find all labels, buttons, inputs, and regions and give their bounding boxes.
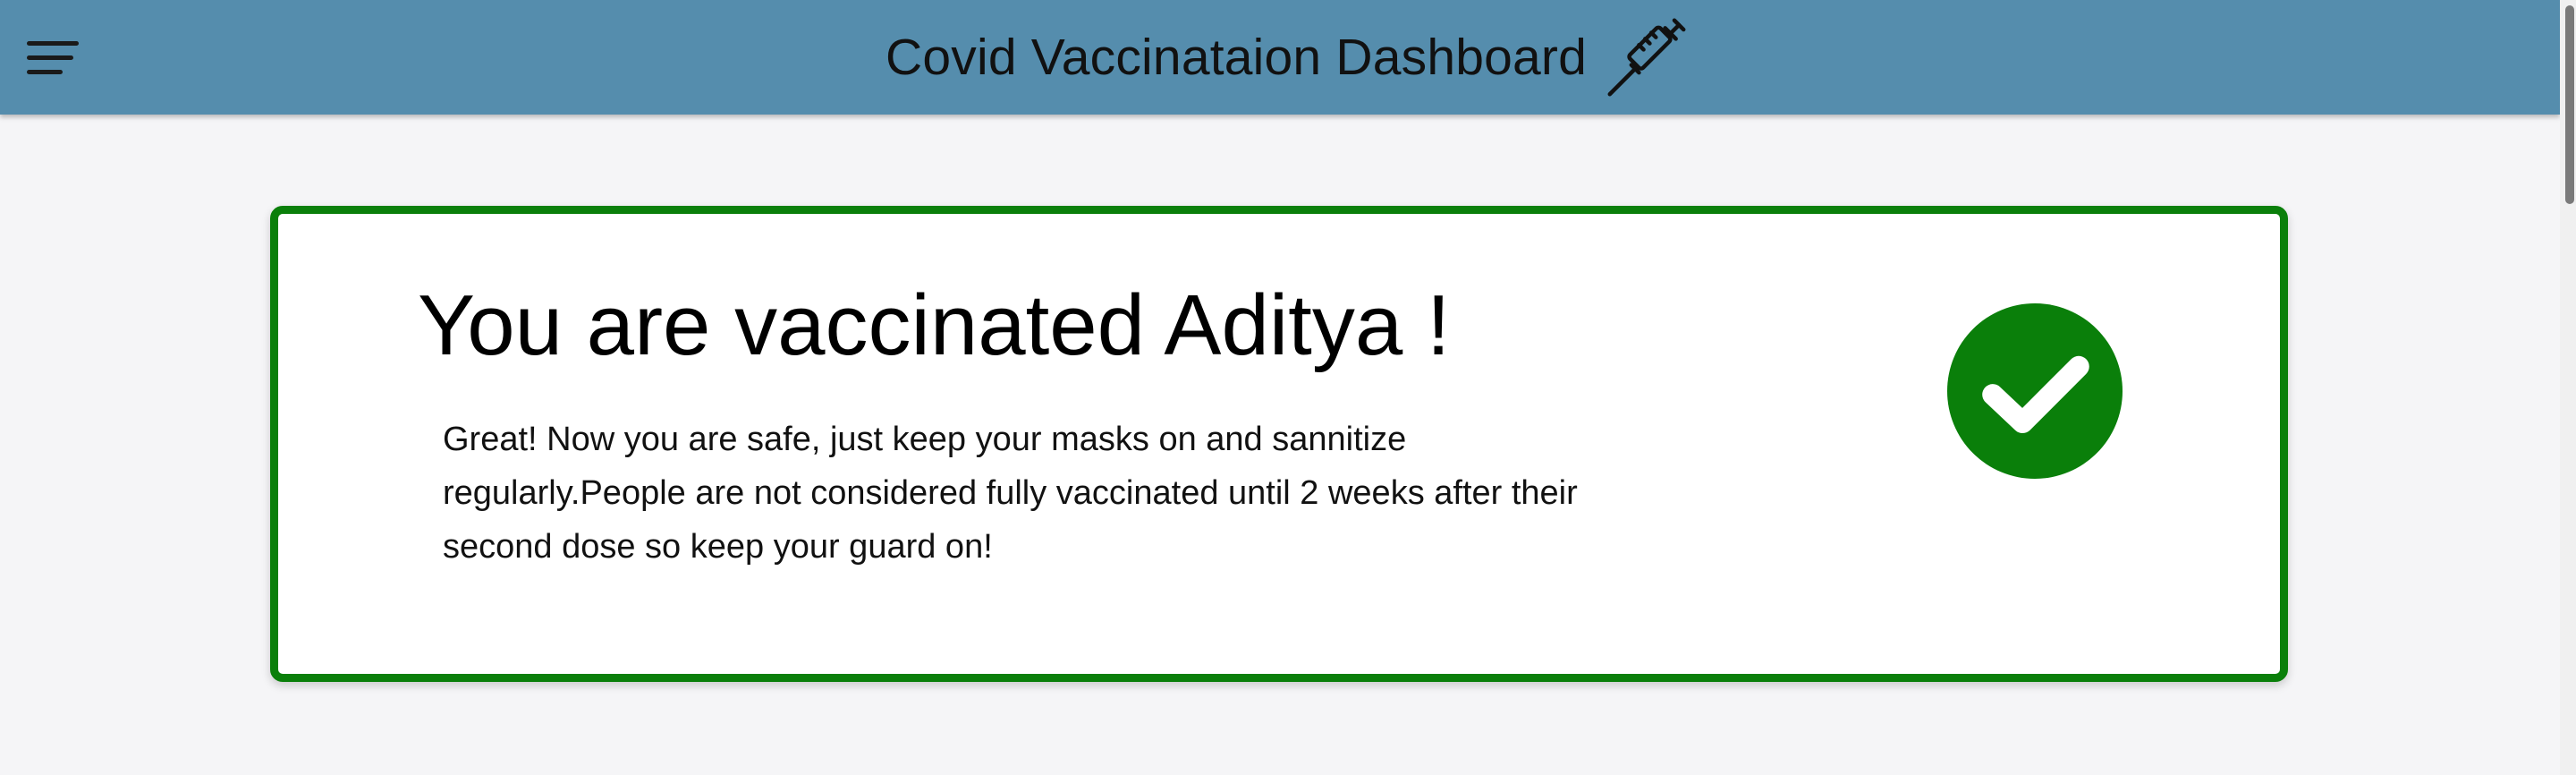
header-title-group: Covid Vaccinataion Dashboard [886, 7, 1696, 107]
app-title: Covid Vaccinataion Dashboard [886, 29, 1588, 86]
scrollbar-thumb[interactable] [2565, 5, 2574, 204]
vaccination-status-message: Great! Now you are safe, just keep your … [443, 421, 1578, 566]
syringe-icon [1607, 18, 1686, 97]
top-app-bar: Covid Vaccinataion Dashboard [0, 0, 2560, 115]
vaccination-status-heading: You are vaccinated Aditya ! [418, 277, 1451, 373]
hamburger-menu-icon[interactable] [27, 41, 79, 75]
check-circle-icon [1947, 303, 2123, 479]
page-scrollbar[interactable] [2560, 0, 2576, 775]
vaccination-status-card: You are vaccinated Aditya ! Great! Now y… [270, 206, 2288, 682]
